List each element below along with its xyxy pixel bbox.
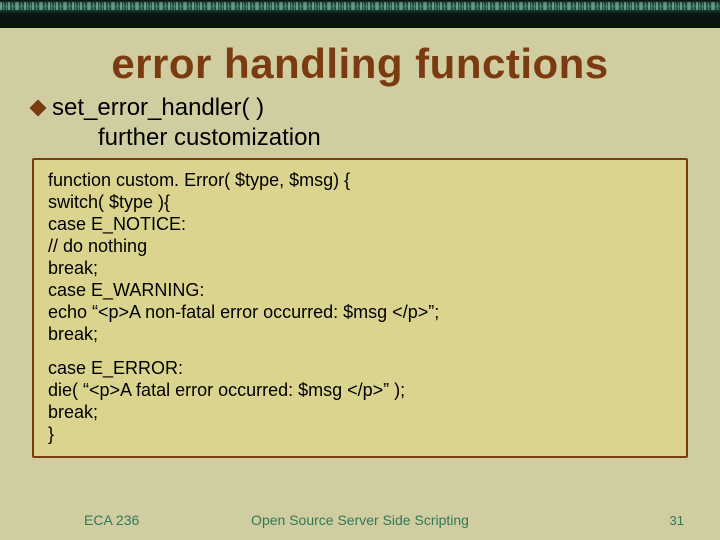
decorative-top-banner <box>0 0 720 28</box>
code-line: die( “<p>A fatal error occurred: $msg </… <box>48 380 672 402</box>
code-line: function custom. Error( $type, $msg) { <box>48 170 672 192</box>
code-line: echo “<p>A non-fatal error occurred: $ms… <box>48 302 672 324</box>
bullet-text: set_error_handler( ) <box>52 94 264 122</box>
code-line: case E_NOTICE: <box>48 214 672 236</box>
footer: ECA 236 Open Source Server Side Scriptin… <box>0 512 720 528</box>
footer-course: ECA 236 <box>28 512 139 528</box>
code-line: break; <box>48 258 672 280</box>
slide-title: error handling functions <box>28 42 692 86</box>
code-line: break; <box>48 402 672 424</box>
bullet-subtext: further customization <box>28 124 692 152</box>
code-line: case E_WARNING: <box>48 280 672 302</box>
footer-subtitle: Open Source Server Side Scripting <box>251 512 469 528</box>
code-line: break; <box>48 324 672 346</box>
code-block: function custom. Error( $type, $msg) { s… <box>32 158 688 457</box>
code-line: // do nothing <box>48 236 672 258</box>
code-line: case E_ERROR: <box>48 358 672 380</box>
bullet-item: set_error_handler( ) <box>28 94 692 122</box>
footer-page-number: 31 <box>670 513 692 528</box>
code-line: switch( $type ){ <box>48 192 672 214</box>
code-line: } <box>48 424 672 446</box>
diamond-icon <box>30 100 47 117</box>
slide: error handling functions set_error_handl… <box>0 28 720 540</box>
